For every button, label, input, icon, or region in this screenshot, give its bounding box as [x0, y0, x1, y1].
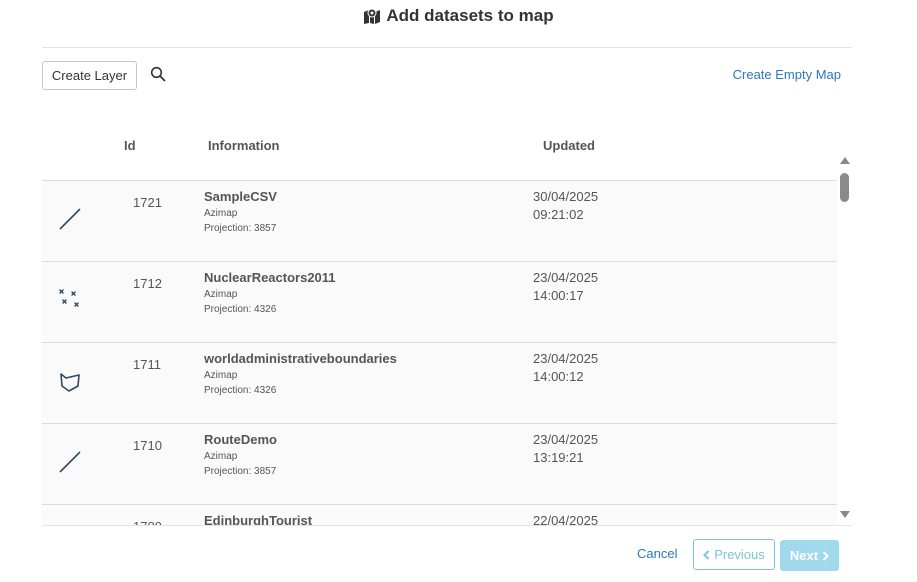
row-name: worldadministrativeboundaries [204, 351, 397, 366]
row-name: NuclearReactors2011 [204, 270, 336, 285]
chevron-left-icon [703, 549, 710, 560]
row-projection: Projection: 3857 [204, 223, 277, 234]
scroll-down-arrow-icon[interactable] [840, 511, 850, 518]
scroll-thumb[interactable] [840, 173, 849, 202]
row-id: 1721 [133, 195, 162, 210]
row-owner: Azimap [204, 370, 238, 381]
search-icon[interactable] [150, 66, 166, 82]
row-id: 1710 [133, 438, 162, 453]
next-button-label: Next [789, 548, 819, 563]
row-projection: Projection: 3857 [204, 466, 277, 477]
points-icon [59, 289, 79, 307]
row-name: SampleCSV [204, 189, 277, 204]
row-projection: Projection: 4326 [204, 304, 277, 315]
chevron-right-icon [822, 550, 830, 561]
cancel-button[interactable]: Cancel [637, 546, 677, 561]
map-marker-icon [364, 8, 381, 24]
divider [42, 47, 852, 48]
row-time: 13:19:21 [533, 450, 584, 465]
dialog-title: Add datasets to map [0, 6, 917, 26]
row-date: 23/04/2025 [533, 270, 599, 285]
row-time: 14:00:12 [533, 369, 584, 384]
create-layer-button[interactable]: Create Layer [42, 61, 137, 90]
row-owner: Azimap [204, 208, 238, 219]
previous-button-label: Previous [714, 547, 765, 562]
row-name: EdinburghTourist [204, 513, 313, 525]
create-empty-map-link[interactable]: Create Empty Map [733, 67, 841, 82]
scroll-up-arrow-icon[interactable] [840, 157, 850, 164]
column-header-id[interactable]: Id [124, 138, 136, 153]
row-name: RouteDemo [204, 432, 277, 447]
row-owner: Azimap [204, 289, 238, 300]
row-time: 14:00:17 [533, 288, 584, 303]
row-date: 22/04/2025 [533, 513, 599, 525]
column-header-information[interactable]: Information [208, 138, 280, 153]
previous-button[interactable]: Previous [693, 539, 775, 570]
divider [42, 525, 852, 526]
table-row[interactable]: 1709 EdinburghTourist 22/04/2025 [42, 505, 837, 525]
column-header-updated[interactable]: Updated [543, 138, 595, 153]
row-id: 1712 [133, 276, 162, 291]
dialog-title-text: Add datasets to map [386, 6, 554, 25]
line-icon [59, 208, 81, 230]
table-row[interactable]: 1712 NuclearReactors2011 Azimap Projecti… [42, 262, 837, 343]
table-scrollbar[interactable] [838, 157, 852, 522]
next-button[interactable]: Next [780, 540, 839, 571]
table-row[interactable]: 1711 worldadministrativeboundaries Azima… [42, 343, 837, 424]
polygon-icon [60, 373, 80, 392]
row-id: 1711 [133, 357, 161, 372]
dataset-table: 1721 SampleCSV Azimap Projection: 3857 3… [42, 180, 837, 525]
line-icon [59, 451, 81, 473]
row-date: 30/04/2025 [533, 189, 599, 204]
table-row[interactable]: 1710 RouteDemo Azimap Projection: 3857 2… [42, 424, 837, 505]
row-owner: Azimap [204, 451, 238, 462]
row-time: 09:21:02 [533, 207, 584, 222]
row-date: 23/04/2025 [533, 432, 599, 447]
table-row[interactable]: 1721 SampleCSV Azimap Projection: 3857 3… [42, 181, 837, 262]
row-date: 23/04/2025 [533, 351, 599, 366]
row-projection: Projection: 4326 [204, 385, 277, 396]
